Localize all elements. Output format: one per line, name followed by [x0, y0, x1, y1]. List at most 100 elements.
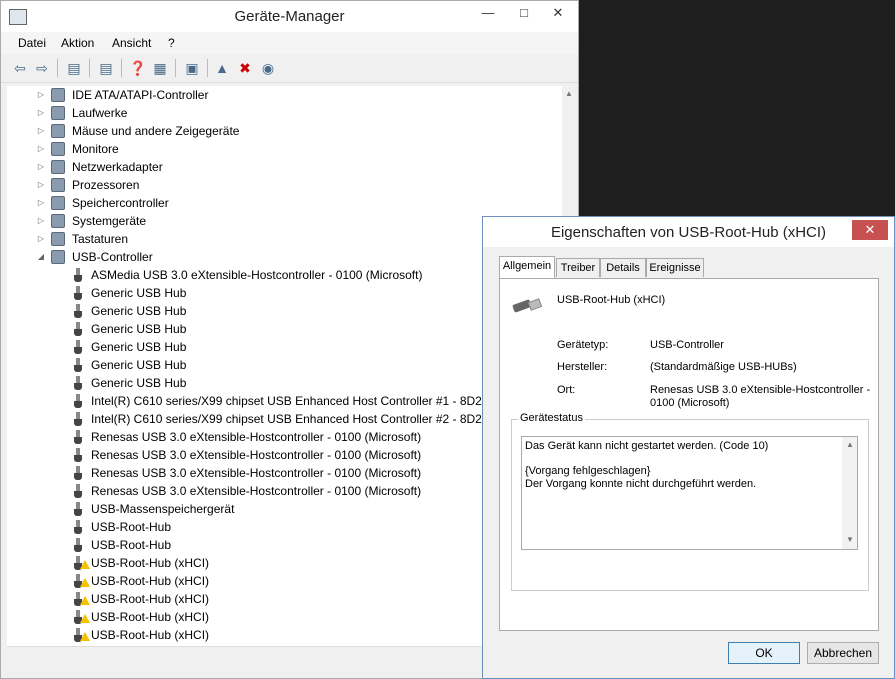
maximize-button[interactable]: □ [509, 3, 539, 25]
tree-device-item[interactable]: Renesas USB 3.0 eXtensible-Hostcontrolle… [7, 482, 557, 500]
device-type-value: USB-Controller [650, 339, 724, 351]
dialog-close-button[interactable]: ✕ [852, 220, 888, 240]
tree-category-label: Monitore [72, 142, 119, 156]
usb-connector-icon [74, 412, 82, 426]
scan-hardware-icon[interactable]: ▣ [183, 59, 201, 77]
tree-category-item[interactable]: ◢ USB-Controller [7, 248, 557, 266]
tree-device-item[interactable]: USB-Root-Hub (xHCI) [7, 572, 557, 590]
expand-arrow-icon[interactable]: ▷ [36, 194, 46, 212]
tree-category-item[interactable]: ▷ Speichercontroller [7, 194, 557, 212]
tab-allgemein[interactable]: Allgemein [499, 256, 555, 278]
tree-device-item[interactable]: Generic USB Hub [7, 356, 557, 374]
device-status-title: Gerätestatus [518, 412, 585, 424]
tree-device-item[interactable]: Generic USB Hub [7, 302, 557, 320]
menu-help[interactable]: ? [168, 36, 175, 50]
expand-arrow-icon[interactable]: ▷ [36, 212, 46, 230]
forward-arrow-icon[interactable]: ⇨ [33, 59, 51, 77]
menu-aktion[interactable]: Aktion [61, 36, 94, 50]
tree-device-item[interactable]: Renesas USB 3.0 eXtensible-Hostcontrolle… [7, 464, 557, 482]
tree-device-item[interactable]: USB-Root-Hub (xHCI) [7, 626, 557, 644]
scroll-up-icon[interactable]: ▲ [846, 440, 854, 449]
device-category-icon [51, 214, 65, 228]
device-tree[interactable]: ▷ IDE ATA/ATAPI-Controller ▷ Laufwerke ▷ Mäus… [7, 86, 562, 646]
menu-datei[interactable]: Datei [18, 36, 46, 50]
help-icon[interactable]: ❓ [129, 59, 147, 77]
tree-device-item[interactable]: USB-Root-Hub [7, 536, 557, 554]
expand-arrow-icon[interactable]: ▷ [36, 176, 46, 194]
uninstall-icon[interactable]: ✖ [236, 59, 254, 77]
tree-device-item[interactable]: USB-Root-Hub (xHCI) [7, 608, 557, 626]
expand-arrow-icon[interactable]: ▷ [36, 86, 46, 104]
tree-category-item[interactable]: ▷ Prozessoren [7, 176, 557, 194]
tree-device-item[interactable]: ASMedia USB 3.0 eXtensible-Hostcontrolle… [7, 266, 557, 284]
expand-arrow-icon[interactable]: ▷ [36, 104, 46, 122]
usb-connector-icon [74, 448, 82, 462]
usb-connector-icon [74, 502, 82, 516]
expand-arrow-icon[interactable]: ▷ [36, 230, 46, 248]
tab-treiber[interactable]: Treiber [556, 258, 600, 277]
tree-category-item[interactable]: ▷ Mäuse und andere Zeigegeräte [7, 122, 557, 140]
tree-device-label: Generic USB Hub [91, 286, 187, 300]
device-status-textbox[interactable]: Das Gerät kann nicht gestartet werden. (… [521, 436, 858, 550]
menu-ansicht[interactable]: Ansicht [112, 36, 151, 50]
tree-device-label: USB-Root-Hub (xHCI) [91, 556, 210, 570]
status-scrollbar[interactable]: ▲ ▼ [842, 437, 857, 549]
tree-device-item[interactable]: Generic USB Hub [7, 338, 557, 356]
tree-category-label: Speichercontroller [72, 196, 169, 210]
expand-arrow-icon[interactable]: ▷ [36, 122, 46, 140]
tab-ereignisse[interactable]: Ereignisse [646, 258, 704, 277]
usb-connector-icon [74, 340, 82, 354]
scroll-up-icon[interactable]: ▲ [565, 89, 573, 98]
ok-button[interactable]: OK [728, 642, 800, 664]
tree-device-item[interactable]: USB-Root-Hub [7, 518, 557, 536]
toolbar: ⇦ ⇨ ▤ ▤ ❓ ▦ ▣ ▲ ✖ ◉ [1, 54, 578, 83]
update-driver-icon[interactable]: ▲ [213, 59, 231, 77]
tree-device-item[interactable]: Generic USB Hub [7, 320, 557, 338]
cancel-button[interactable]: Abbrechen [807, 642, 879, 664]
tree-category-item[interactable]: ▷ Monitore [7, 140, 557, 158]
tree-device-item[interactable]: Generic USB Hub [7, 284, 557, 302]
tree-category-item[interactable]: ▷ Laufwerke [7, 104, 557, 122]
tree-device-item[interactable]: Renesas USB 3.0 eXtensible-Hostcontrolle… [7, 446, 557, 464]
collapse-arrow-icon[interactable]: ◢ [36, 248, 46, 266]
close-button[interactable]: ✕ [543, 3, 573, 25]
tree-device-item[interactable]: USB-Root-Hub (xHCI) [7, 590, 557, 608]
tree-device-item[interactable]: Renesas USB 3.0 eXtensible-Hostcontrolle… [7, 428, 557, 446]
expand-arrow-icon[interactable]: ▷ [36, 140, 46, 158]
tree-device-label: Generic USB Hub [91, 340, 187, 354]
tree-device-item[interactable]: USB-Massenspeichergerät [7, 500, 557, 518]
usb-plug-icon [512, 298, 543, 313]
tree-device-item[interactable]: Intel(R) C610 series/X99 chipset USB Enh… [7, 392, 557, 410]
warning-icon [80, 596, 90, 605]
tree-category-label: USB-Controller [72, 250, 153, 264]
view-icon[interactable]: ▦ [151, 59, 169, 77]
tree-category-label: IDE ATA/ATAPI-Controller [72, 88, 209, 102]
tree-device-item[interactable]: Intel(R) C610 series/X99 chipset USB Enh… [7, 410, 557, 428]
usb-connector-icon [74, 484, 82, 498]
minimize-button[interactable]: — [473, 3, 503, 25]
warning-icon [80, 614, 90, 623]
scroll-down-icon[interactable]: ▼ [846, 535, 854, 544]
properties-icon[interactable]: ▤ [97, 59, 115, 77]
enable-device-icon[interactable]: ◉ [259, 59, 277, 77]
tree-category-item[interactable]: ▷ Netzwerkadapter [7, 158, 557, 176]
usb-connector-icon [74, 394, 82, 408]
tree-device-label: Generic USB Hub [91, 376, 187, 390]
back-arrow-icon[interactable]: ⇦ [11, 59, 29, 77]
dialog-titlebar[interactable]: Eigenschaften von USB-Root-Hub (xHCI) ✕ [483, 217, 894, 247]
tab-details[interactable]: Details [600, 258, 646, 277]
usb-connector-icon [74, 286, 82, 300]
device-manager-titlebar[interactable]: Geräte-Manager — □ ✕ [1, 1, 578, 32]
tree-category-item[interactable]: ▷ Systemgeräte [7, 212, 557, 230]
manufacturer-label: Hersteller: [557, 361, 608, 373]
expand-arrow-icon[interactable]: ▷ [36, 158, 46, 176]
device-name: USB-Root-Hub (xHCI) [557, 294, 666, 306]
menu-bar: Datei Aktion Ansicht ? [1, 32, 578, 54]
tree-category-item[interactable]: ▷ Tastaturen [7, 230, 557, 248]
tree-device-item[interactable]: Generic USB Hub [7, 374, 557, 392]
tree-device-label: Intel(R) C610 series/X99 chipset USB Enh… [91, 394, 489, 408]
status-line: {Vorgang fehlgeschlagen} [525, 465, 651, 477]
tree-view-icon[interactable]: ▤ [65, 59, 83, 77]
tree-device-item[interactable]: USB-Root-Hub (xHCI) [7, 554, 557, 572]
tree-category-item[interactable]: ▷ IDE ATA/ATAPI-Controller [7, 86, 557, 104]
